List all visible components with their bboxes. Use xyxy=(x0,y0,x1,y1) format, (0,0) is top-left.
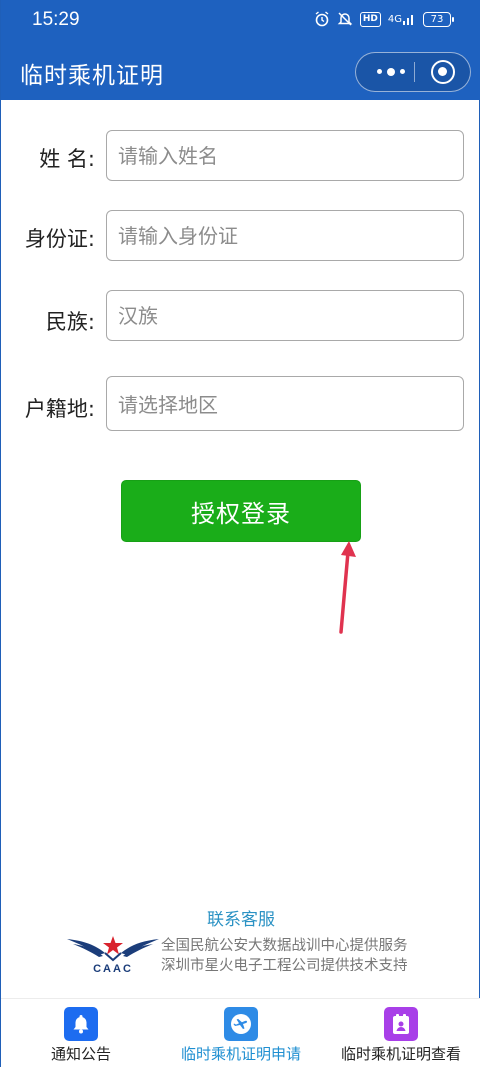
tab-notices[interactable]: 通知公告 xyxy=(31,999,131,1067)
network-type: 4G xyxy=(387,13,402,25)
status-icons: HD 4G 73 xyxy=(314,10,454,28)
contact-support-link[interactable]: 联系客服 xyxy=(1,905,480,930)
id-number-input[interactable] xyxy=(118,223,463,248)
provider-line-2: 深圳市星火电子工程公司提供技术支持 xyxy=(161,958,408,974)
more-menu-icon[interactable] xyxy=(370,53,412,90)
name-input[interactable] xyxy=(118,143,463,168)
bell-icon xyxy=(64,1007,98,1041)
authorize-login-button[interactable]: 授权登录 xyxy=(121,480,361,542)
certificate-icon xyxy=(384,1007,418,1041)
ethnicity-input[interactable] xyxy=(118,303,463,328)
id-field-box xyxy=(106,210,464,261)
header: 15:29 HD 4G 73 临时乘机证明 xyxy=(1,0,480,100)
name-row: 姓 名: xyxy=(1,130,480,182)
tab-view-certificate-label: 临时乘机证明查看 xyxy=(340,1045,461,1063)
id-label: 身份证: xyxy=(24,227,95,251)
ethnicity-field-box xyxy=(106,290,464,341)
battery-level: 73 xyxy=(430,13,444,25)
domicile-placeholder: 请选择地区 xyxy=(118,393,218,417)
ethnicity-row: 民族: xyxy=(1,290,480,342)
domicile-label: 户籍地: xyxy=(24,397,95,421)
ethnicity-label: 民族: xyxy=(45,310,95,334)
caac-logo-text: CAAC xyxy=(93,963,133,975)
capsule-divider xyxy=(414,62,415,82)
bottom-tab-bar: 通知公告 临时乘机证明申请 临时乘机证明查看 xyxy=(1,998,480,1067)
name-label: 姓 名: xyxy=(39,147,95,171)
app-screen: 15:29 HD 4G 73 临时乘机证明 姓 名: 请输入姓名 身份证: 请输… xyxy=(0,0,480,1067)
page-title: 临时乘机证明 xyxy=(20,63,164,89)
domicile-picker[interactable]: 请选择地区 xyxy=(106,376,464,431)
mute-icon xyxy=(337,10,353,28)
provider-info: 全国民航公安大数据战训中心提供服务 深圳市星火电子工程公司提供技术支持 xyxy=(161,936,408,976)
status-bar: 15:29 HD 4G 73 xyxy=(1,0,480,40)
battery-icon: 73 xyxy=(423,11,454,27)
tab-apply-certificate-label: 临时乘机证明申请 xyxy=(180,1045,301,1063)
tab-notices-label: 通知公告 xyxy=(50,1045,111,1063)
hd-badge: HD xyxy=(359,11,381,27)
miniprogram-capsule xyxy=(355,52,471,92)
close-miniprogram-icon[interactable] xyxy=(431,60,455,84)
status-time: 15:29 xyxy=(32,9,80,30)
provider-line-1: 全国民航公安大数据战训中心提供服务 xyxy=(161,938,408,954)
tab-view-certificate[interactable]: 临时乘机证明查看 xyxy=(331,999,471,1067)
domicile-row: 户籍地: 请选择地区 xyxy=(1,376,480,432)
airplane-icon xyxy=(224,1007,258,1041)
name-field-box xyxy=(106,130,464,181)
id-row: 身份证: xyxy=(1,210,480,262)
caac-logo-icon: CAAC xyxy=(67,936,159,975)
signal-icon: 4G xyxy=(388,10,416,28)
tab-apply-certificate[interactable]: 临时乘机证明申请 xyxy=(166,999,316,1067)
annotation-arrow-icon xyxy=(339,541,356,634)
alarm-icon xyxy=(314,10,330,28)
